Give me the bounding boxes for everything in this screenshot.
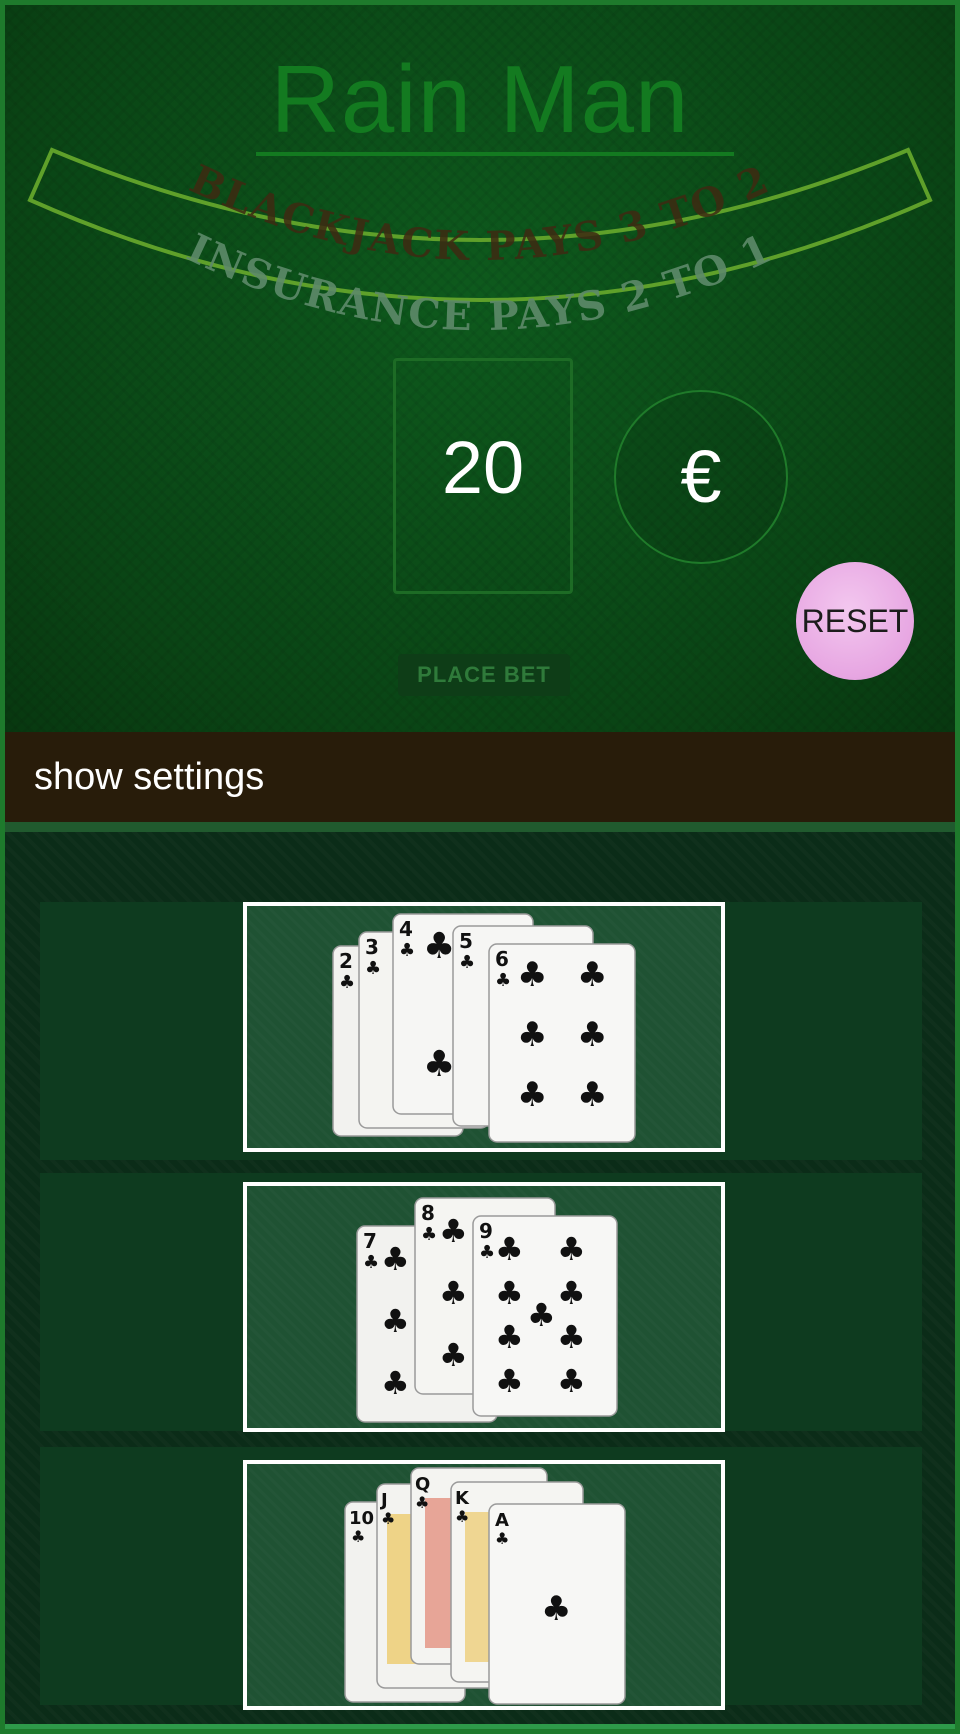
- svg-text:♣: ♣: [495, 1274, 524, 1312]
- svg-text:♣: ♣: [577, 955, 607, 995]
- reset-button[interactable]: RESET: [796, 562, 914, 680]
- card-group-mid[interactable]: 7 ♣ ♣ ♣ ♣ 8 ♣ ♣ ♣ ♣ 9 ♣ ♣ ♣ ♣ ♣ ♣ ♣ ♣ ♣ …: [243, 1182, 725, 1432]
- svg-text:K: K: [455, 1488, 470, 1509]
- card-ace-clubs: A ♣ ♣: [488, 1503, 626, 1705]
- svg-text:♣: ♣: [495, 1529, 509, 1548]
- svg-text:♣: ♣: [495, 1318, 524, 1356]
- table-arc: BLACKJACK PAYS 3 TO 2 INSURANCE PAYS 2 T…: [27, 147, 933, 340]
- svg-text:♣: ♣: [439, 1212, 468, 1250]
- currency-symbol: €: [680, 435, 722, 518]
- card-6-clubs: 6 ♣ ♣ ♣ ♣ ♣ ♣ ♣: [488, 943, 636, 1143]
- svg-text:♣: ♣: [577, 1015, 607, 1055]
- svg-text:♣: ♣: [517, 1075, 547, 1115]
- place-bet-button[interactable]: PLACE BET: [398, 654, 570, 696]
- svg-text:7: 7: [363, 1229, 377, 1253]
- svg-text:Q: Q: [415, 1474, 430, 1495]
- svg-text:6: 6: [495, 947, 509, 971]
- svg-text:♣: ♣: [339, 972, 355, 993]
- svg-text:♣: ♣: [455, 1507, 469, 1526]
- svg-text:4: 4: [399, 917, 413, 941]
- svg-text:♣: ♣: [423, 926, 455, 967]
- svg-text:9: 9: [479, 1219, 493, 1243]
- svg-text:10: 10: [349, 1508, 374, 1529]
- divider: [5, 822, 955, 832]
- svg-text:♣: ♣: [421, 1224, 437, 1245]
- svg-text:♣: ♣: [423, 1044, 455, 1085]
- blackjack-pays-text: BLACKJACK PAYS 3 TO 2: [183, 156, 775, 271]
- svg-text:♣: ♣: [495, 1230, 524, 1268]
- svg-text:8: 8: [421, 1201, 435, 1225]
- svg-text:3: 3: [365, 935, 379, 959]
- svg-text:♣: ♣: [495, 970, 511, 991]
- svg-text:♣: ♣: [363, 1252, 379, 1273]
- svg-text:♣: ♣: [381, 1302, 410, 1340]
- bottom-border: [0, 1724, 960, 1734]
- svg-text:♣: ♣: [459, 952, 475, 973]
- svg-text:♣: ♣: [365, 958, 381, 979]
- currency-chip: €: [614, 390, 788, 564]
- svg-text:♣: ♣: [557, 1362, 586, 1400]
- svg-text:♣: ♣: [557, 1230, 586, 1268]
- svg-text:♣: ♣: [517, 1015, 547, 1055]
- svg-text:♣: ♣: [517, 955, 547, 995]
- show-settings-label: show settings: [34, 755, 265, 798]
- svg-text:♣: ♣: [415, 1493, 429, 1512]
- svg-text:♣: ♣: [541, 1589, 571, 1629]
- svg-text:J: J: [379, 1490, 388, 1511]
- svg-text:5: 5: [459, 929, 473, 953]
- svg-text:♣: ♣: [381, 1364, 410, 1402]
- svg-text:♣: ♣: [399, 940, 415, 961]
- bet-amount: 20: [441, 426, 525, 509]
- svg-text:♣: ♣: [557, 1318, 586, 1356]
- svg-text:♣: ♣: [577, 1075, 607, 1115]
- svg-text:♣: ♣: [381, 1509, 395, 1528]
- svg-text:♣: ♣: [381, 1240, 410, 1278]
- svg-text:♣: ♣: [527, 1296, 556, 1334]
- card-9-clubs: 9 ♣ ♣ ♣ ♣ ♣ ♣ ♣ ♣ ♣ ♣: [472, 1215, 618, 1417]
- svg-text:♣: ♣: [495, 1362, 524, 1400]
- svg-text:2: 2: [339, 949, 353, 973]
- card-group-high[interactable]: 10 ♣ J ♣ Q ♣ K ♣ A ♣ ♣: [243, 1460, 725, 1710]
- settings-toggle-bar[interactable]: show settings: [5, 732, 955, 822]
- svg-text:♣: ♣: [557, 1274, 586, 1312]
- svg-text:BLACKJACK PAYS 3 TO 2: BLACKJACK PAYS 3 TO 2: [183, 156, 777, 271]
- svg-text:♣: ♣: [439, 1336, 468, 1374]
- svg-text:♣: ♣: [439, 1274, 468, 1312]
- svg-text:♣: ♣: [479, 1242, 495, 1263]
- svg-text:♣: ♣: [351, 1527, 365, 1546]
- svg-text:A: A: [495, 1510, 509, 1531]
- card-group-low[interactable]: 2 ♣ 3 ♣ 4 ♣ ♣ ♣ 5 ♣ 6 ♣ ♣ ♣ ♣ ♣ ♣ ♣: [243, 902, 725, 1152]
